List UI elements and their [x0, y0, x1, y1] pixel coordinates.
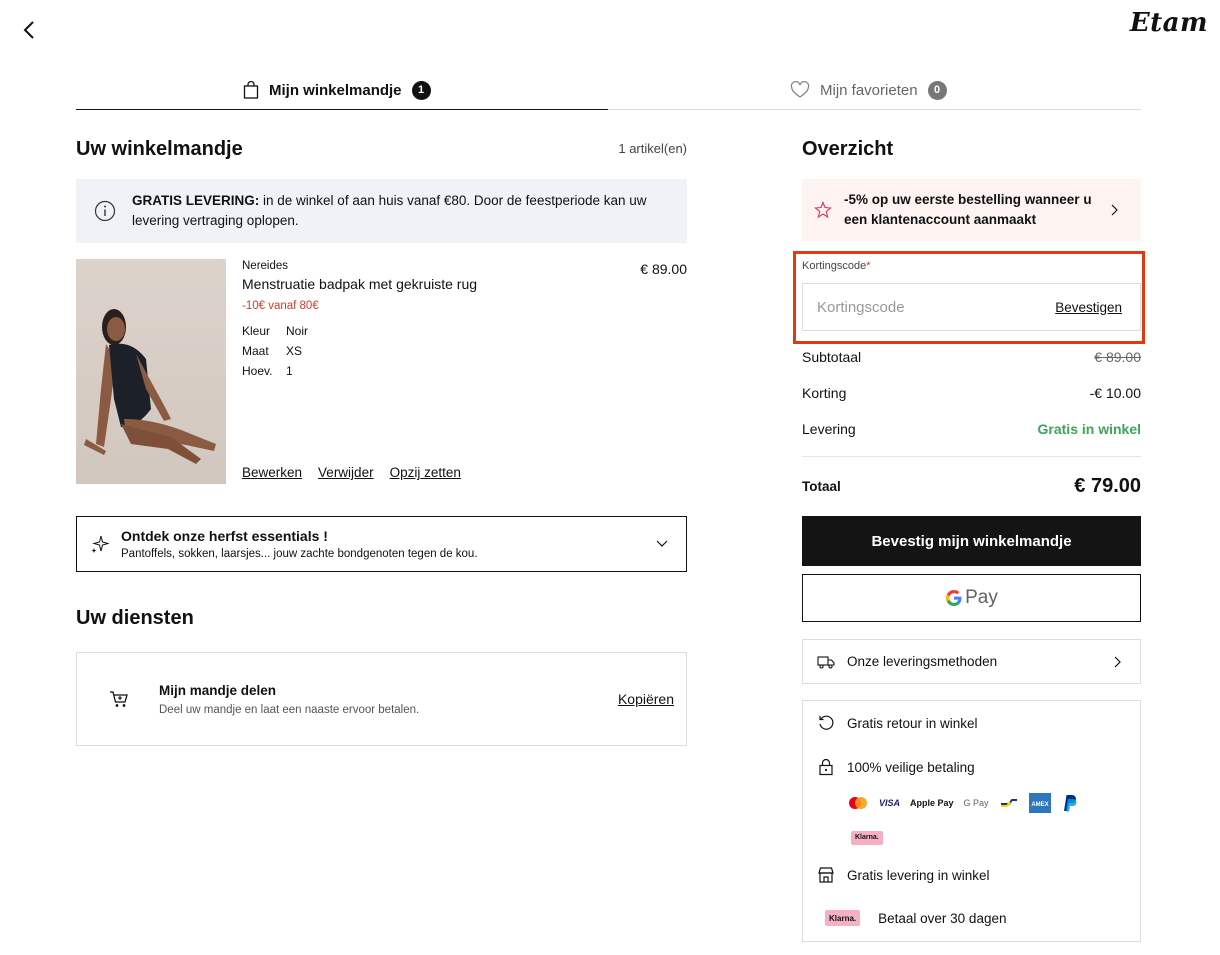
product-brand: Nereides — [242, 260, 289, 272]
save-for-later-link[interactable]: Opzij zetten — [390, 465, 461, 480]
attribute-quantity: Hoev. 1 — [242, 364, 293, 378]
copy-link[interactable]: Kopiëren — [618, 691, 674, 707]
free-store-delivery-assurance: Gratis levering in winkel — [817, 866, 990, 884]
share-cart-subtitle: Deel uw mandje en laat een naaste ervoor… — [159, 703, 420, 716]
info-icon — [94, 200, 116, 222]
truck-icon — [817, 655, 835, 669]
attribute-color: Kleur Noir — [242, 324, 308, 338]
chevron-down-icon — [656, 540, 668, 548]
share-cart-card: Mijn mandje delen Deel uw mandje en laat… — [76, 652, 687, 746]
favorites-count-badge: 0 — [927, 80, 947, 100]
subtotal-label: Subtotaal — [802, 349, 862, 365]
discount-value: -€ 10.00 — [1089, 385, 1141, 401]
delivery-methods-link[interactable]: Onze leveringsmethoden — [802, 639, 1141, 684]
apply-code-button[interactable]: Bevestigen — [1055, 300, 1122, 315]
google-pay-button[interactable]: Pay — [802, 574, 1141, 622]
mastercard-icon — [847, 796, 869, 810]
attribute-key: Hoev. — [242, 364, 273, 378]
confirm-cart-button[interactable]: Bevestig mijn winkelmandje — [802, 516, 1141, 566]
discount-code-input[interactable] — [817, 298, 1056, 316]
attribute-value: XS — [286, 344, 303, 358]
discount-code-field: Bevestigen — [802, 283, 1141, 331]
pay-later-assurance: Klarna. Betaal over 30 dagen — [825, 910, 1006, 926]
product-name[interactable]: Menstruatie badpak met gekruiste rug — [242, 276, 477, 292]
returns-text: Gratis retour in winkel — [847, 715, 978, 731]
amex-icon: AMEX — [1028, 793, 1051, 813]
pay-later-text: Betaal over 30 dagen — [878, 910, 1007, 926]
active-tab-indicator — [76, 109, 608, 110]
payment-logos: VISA Apple Pay G Pay AMEX — [847, 793, 1077, 813]
back-icon[interactable] — [18, 18, 42, 42]
assurances-panel: Gratis retour in winkel 100% veilige bet… — [802, 700, 1141, 942]
total-value: € 79.00 — [1074, 475, 1141, 497]
klarna-icon: Klarna. — [825, 910, 861, 926]
visa-icon: VISA — [879, 798, 901, 808]
promo-text: -5% op uw eerste bestelling wanneer u ee… — [844, 192, 1092, 227]
brand-logo[interactable]: Etam — [1130, 8, 1208, 38]
sparkle-icon — [91, 534, 109, 554]
cart-item-count: 1 artikel(en) — [618, 141, 687, 156]
attribute-value: Noir — [286, 324, 309, 338]
tab-cart-label: Mijn winkelmandje — [269, 81, 402, 99]
chevron-right-icon — [1111, 204, 1119, 216]
svg-text:AMEX: AMEX — [1031, 802, 1048, 808]
cart-title: Uw winkelmandje — [76, 138, 243, 160]
attribute-value: 1 — [286, 364, 293, 378]
tab-cart[interactable]: Mijn winkelmandje 1 — [243, 70, 431, 110]
klarna-logo-small: Klarna. — [851, 826, 883, 845]
share-cart-title: Mijn mandje delen — [159, 682, 277, 698]
divider — [802, 456, 1141, 457]
total-label: Totaal — [802, 479, 841, 494]
delivery-label: Levering — [802, 421, 856, 437]
attribute-key: Kleur — [242, 324, 271, 338]
total-row: Totaal € 79.00 — [802, 475, 1141, 498]
chevron-right-icon — [1114, 656, 1122, 668]
apple-pay-icon: Apple Pay — [910, 798, 954, 808]
overview-title: Overzicht — [802, 138, 894, 160]
delivery-value: Gratis in winkel — [1037, 421, 1141, 437]
lock-icon — [817, 758, 835, 776]
info-bold: GRATIS LEVERING: — [132, 193, 260, 208]
services-title: Uw diensten — [76, 607, 194, 629]
star-icon — [814, 201, 832, 219]
delivery-methods-label: Onze leveringsmethoden — [847, 654, 998, 669]
product-price: € 89.00 — [640, 261, 687, 277]
subtotal-row: Subtotaal € 89.00 — [802, 349, 1141, 365]
attribute-size: Maat XS — [242, 344, 302, 358]
product-promo: -10€ vanaf 80€ — [242, 300, 319, 312]
free-delivery-notice: GRATIS LEVERING: in de winkel of aan hui… — [76, 179, 687, 243]
secure-payment-text: 100% veilige betaling — [847, 759, 975, 775]
tab-favorites[interactable]: Mijn favorieten 0 — [790, 70, 947, 110]
tab-divider — [608, 109, 1141, 110]
google-g-icon — [945, 589, 963, 607]
attribute-key: Maat — [242, 344, 269, 358]
delivery-row: Levering Gratis in winkel — [802, 421, 1141, 437]
essentials-subtitle: Pantoffels, sokken, laarsjes... jouw zac… — [121, 548, 478, 560]
remove-link[interactable]: Verwijder — [318, 465, 374, 480]
discount-code-label: Kortingscode* — [802, 260, 871, 272]
heart-icon — [790, 81, 810, 99]
essentials-title: Ontdek onze herfst essentials ! — [121, 528, 328, 544]
bancontact-icon — [999, 797, 1019, 809]
subtotal-value: € 89.00 — [1094, 349, 1141, 365]
returns-assurance: Gratis retour in winkel — [817, 714, 978, 732]
store-icon — [817, 866, 835, 884]
free-store-delivery-text: Gratis levering in winkel — [847, 867, 990, 883]
bag-icon — [243, 81, 259, 99]
account-promo-banner[interactable]: -5% op uw eerste bestelling wanneer u ee… — [802, 179, 1141, 241]
essentials-accordion[interactable]: Ontdek onze herfst essentials ! Pantoffe… — [76, 516, 687, 572]
google-pay-label: Pay — [965, 587, 998, 608]
edit-link[interactable]: Bewerken — [242, 465, 302, 480]
discount-label: Korting — [802, 385, 847, 401]
product-actions: Bewerken Verwijder Opzij zetten — [242, 465, 461, 480]
gpay-icon: G Pay — [963, 798, 989, 808]
discount-row: Korting -€ 10.00 — [802, 385, 1141, 401]
return-icon — [817, 714, 835, 732]
product-image[interactable] — [76, 259, 226, 484]
cart-count-badge: 1 — [411, 80, 431, 100]
tab-favorites-label: Mijn favorieten — [820, 81, 918, 99]
paypal-icon — [1061, 794, 1077, 812]
cart-icon — [109, 690, 129, 708]
secure-payment-assurance: 100% veilige betaling — [817, 758, 975, 776]
